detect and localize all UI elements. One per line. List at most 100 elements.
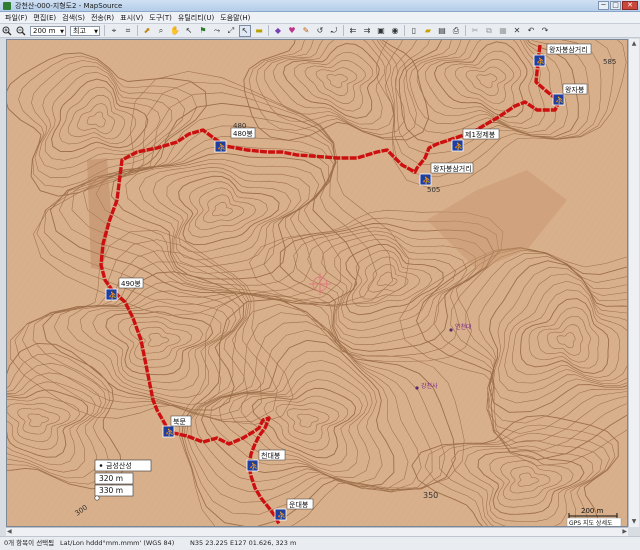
svg-text:⛹: ⛹	[217, 142, 227, 152]
find-routes-icon[interactable]: ⌗	[122, 25, 134, 37]
place-marker	[415, 386, 419, 390]
horizontal-scrollbar[interactable]: ◀ ▶	[6, 527, 628, 536]
menu-file[interactable]: 파일(F)	[0, 12, 30, 23]
measure-tool-icon[interactable]: ⤢	[225, 25, 237, 37]
toolbar-separator	[404, 25, 405, 36]
copy-icon[interactable]: ⧉	[483, 25, 495, 37]
receive-from-device-icon[interactable]: ⇇	[347, 25, 359, 37]
spiral-icon[interactable]: ↺	[314, 25, 326, 37]
toolbar-separator	[104, 25, 105, 36]
chevron-down-icon: ▼	[94, 28, 98, 35]
menu-edit[interactable]: 편집(E)	[30, 12, 59, 23]
vertical-scrollbar[interactable]: ▲ ▼	[628, 39, 639, 527]
scroll-down-icon[interactable]: ▼	[630, 518, 638, 526]
new-file-icon[interactable]: ▯	[408, 25, 420, 37]
find-places-icon[interactable]: ⌖	[108, 25, 120, 37]
menu-bar: 파일(F) 편집(E) 검색(S) 전송(R) 표시(V) 도구(T) 유틸리티…	[0, 12, 640, 24]
menu-utilities[interactable]: 유틸리티(U)	[175, 12, 217, 23]
elevation-label: 585	[603, 58, 616, 66]
track-filter-icon[interactable]: ⤾	[328, 25, 340, 37]
toolbar: 200 m ▼ 최고 ▼ ⌖ ⌗ ⬈ ⌕ ✋ ↖ ⚑ ⤳ ⤢ ↖ ▬ ◆ ♥ ✎…	[0, 24, 640, 38]
info-box-title: 금성산성	[106, 461, 132, 470]
chevron-down-icon: ▼	[60, 28, 64, 35]
info-box-row: 330 m	[99, 486, 123, 495]
menu-help[interactable]: 도움말(H)	[217, 12, 253, 23]
magnify-tool-icon[interactable]: ⌕	[155, 25, 167, 37]
waypoint-label: 제1정제봉	[465, 130, 496, 139]
place-marker	[449, 328, 453, 332]
place-label: 강천사	[421, 382, 438, 390]
toolbar-separator	[137, 25, 138, 36]
selection-tool-icon[interactable]: ↖	[183, 25, 195, 37]
status-coordinates: N35 23.225 E127 01.626, 323 m	[190, 539, 297, 547]
toolbar-separator	[268, 25, 269, 36]
menu-search[interactable]: 검색(S)	[59, 12, 88, 23]
status-format: Lat/Lon hddd°mm.mmm' (WGS 84)	[60, 539, 175, 547]
realtime-icon[interactable]: ◉	[389, 25, 401, 37]
zoom-select-value: 200 m	[33, 26, 56, 35]
svg-text:⛹: ⛹	[422, 175, 432, 185]
save-icon[interactable]: ▤	[436, 25, 448, 37]
waypoint-label: 운대봉	[289, 501, 309, 509]
print-icon[interactable]: ⎙	[450, 25, 462, 37]
waypoint-label: 북문	[173, 418, 186, 426]
waypoint-label: 왕자봉	[565, 85, 585, 94]
scroll-left-icon[interactable]: ◀	[7, 528, 12, 536]
zoom-out-icon[interactable]	[15, 25, 27, 37]
svg-text:⛹: ⛹	[536, 56, 546, 66]
waypoint-tool-icon[interactable]: ⚑	[197, 25, 209, 37]
detail-select[interactable]: 최고 ▼	[70, 25, 100, 36]
menu-tools[interactable]: 도구(T)	[146, 12, 175, 23]
zoom-select[interactable]: 200 m ▼	[30, 25, 66, 36]
svg-text:⛹: ⛹	[454, 141, 464, 151]
menu-transfer[interactable]: 전송(R)	[88, 12, 117, 23]
place-label: 연천대	[455, 323, 472, 331]
window-title: 강천산-000-지형도2 - MapSource	[15, 2, 123, 10]
map-view[interactable]: 480 505 585 350 300 연천대 강천사 ⛹ 480봉 ⛹ 490…	[6, 39, 628, 527]
toolbar-separator	[465, 25, 466, 36]
scale-label: 200 m	[581, 507, 604, 515]
map-tool-icon[interactable]: ⬈	[141, 25, 153, 37]
route-props-icon[interactable]: ✎	[300, 25, 312, 37]
elevation-label: 505	[427, 186, 440, 194]
menu-view[interactable]: 표시(V)	[117, 12, 146, 23]
waypoint-label: 왕자봉삼거리	[549, 45, 588, 54]
close-button[interactable]: ✕	[622, 1, 638, 10]
waypoint-label: 왕자봉삼거리	[433, 164, 472, 173]
svg-text:⛹: ⛹	[277, 510, 287, 520]
map-canvas[interactable]: 480 505 585 350 300 연천대 강천사 ⛹ 480봉 ⛹ 490…	[7, 40, 628, 527]
ruler-icon[interactable]: ▬	[253, 25, 265, 37]
info-box-row: 320 m	[99, 474, 123, 483]
maximize-button[interactable]: □	[610, 1, 621, 10]
paste-icon[interactable]: ▦	[497, 25, 509, 37]
title-bar: 강천산-000-지형도2 - MapSource ─ □ ✕	[0, 0, 640, 12]
scroll-up-icon[interactable]: ▲	[630, 40, 638, 48]
minimize-button[interactable]: ─	[598, 1, 609, 10]
elevation-label: 350	[423, 491, 438, 500]
status-bar: 0개 항목이 선택됨 Lat/Lon hddd°mm.mmm' (WGS 84)…	[0, 536, 640, 550]
svg-text:⛹: ⛹	[249, 461, 259, 471]
route-tool-icon[interactable]: ⤳	[211, 25, 223, 37]
svg-text:⛹: ⛹	[165, 427, 175, 437]
scroll-right-icon[interactable]: ▶	[622, 528, 627, 536]
detail-select-value: 최고	[73, 26, 86, 35]
open-folder-icon[interactable]: ▰	[422, 25, 434, 37]
status-selection: 0개 항목이 선택됨	[4, 539, 55, 547]
zoom-in-icon[interactable]	[1, 25, 13, 37]
undo-icon[interactable]: ↶	[525, 25, 537, 37]
delete-icon[interactable]: ✕	[511, 25, 523, 37]
svg-text:⛹: ⛹	[108, 290, 118, 300]
cut-icon[interactable]: ✂	[469, 25, 481, 37]
waypoint-props-icon[interactable]: ◆	[272, 25, 284, 37]
hand-tool-icon[interactable]: ✋	[169, 25, 181, 37]
waypoint-label: 천대봉	[261, 451, 281, 460]
svg-text:⛹: ⛹	[555, 95, 565, 105]
waypoint-label: 480봉	[233, 130, 253, 138]
waypoint-label: 490봉	[121, 280, 141, 288]
redo-icon[interactable]: ↷	[539, 25, 551, 37]
pointer-tool-icon[interactable]: ↖	[239, 24, 251, 37]
send-to-device-icon[interactable]: ⇉	[361, 25, 373, 37]
device-icon[interactable]: ▣	[375, 25, 387, 37]
map-source-label: GPS 지도 상세도	[569, 519, 613, 527]
track-props-icon[interactable]: ♥	[286, 25, 298, 37]
